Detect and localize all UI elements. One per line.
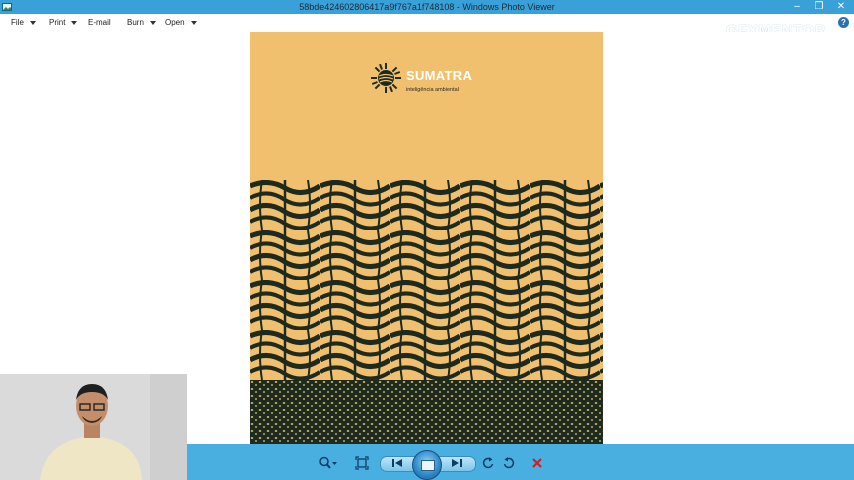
open-menu-label: Open: [165, 18, 185, 27]
poster-tagline: inteligência ambiental: [406, 87, 459, 93]
window-title: 58bde424602806417a9f767a1f748108 - Windo…: [299, 2, 555, 12]
slideshow-icon[interactable]: [412, 450, 442, 480]
email-menu[interactable]: E-mail: [88, 14, 111, 32]
fit-window-icon[interactable]: [355, 456, 369, 470]
email-menu-label: E-mail: [88, 18, 111, 27]
print-menu[interactable]: Print: [49, 14, 78, 32]
spotted-pattern: [250, 380, 603, 444]
chevron-down-icon: [29, 20, 36, 25]
print-menu-label: Print: [49, 18, 66, 27]
chevron-down-icon: [149, 20, 156, 25]
burn-menu[interactable]: Burn: [127, 14, 156, 32]
zebra-pattern: [250, 180, 603, 380]
rotate-counterclockwise-icon[interactable]: [481, 456, 495, 470]
help-button[interactable]: ?: [838, 17, 849, 28]
sun-logo-icon: [371, 63, 401, 93]
presenter-image: [0, 374, 187, 480]
webcam-overlay: [0, 374, 187, 480]
minimize-button[interactable]: –: [786, 0, 808, 14]
chevron-down-icon: [71, 20, 78, 25]
file-menu[interactable]: File: [11, 14, 36, 32]
chevron-down-icon: [190, 20, 197, 25]
file-menu-label: File: [11, 18, 24, 27]
burn-menu-label: Burn: [127, 18, 144, 27]
maximize-button[interactable]: ❐: [808, 0, 830, 14]
rotate-clockwise-icon[interactable]: [502, 456, 516, 470]
poster-brand-name: SUMATRA: [406, 68, 473, 83]
title-bar: 58bde424602806417a9f767a1f748108 - Windo…: [0, 0, 854, 14]
next-icon[interactable]: [450, 456, 464, 470]
delete-icon[interactable]: [530, 456, 544, 470]
open-menu[interactable]: Open: [165, 14, 197, 32]
poster-header: SUMATRA inteligência ambiental: [250, 32, 603, 180]
zoom-icon[interactable]: [318, 456, 338, 470]
displayed-image: SUMATRA inteligência ambiental: [250, 32, 603, 444]
slideshow-screen-glyph: [421, 460, 435, 471]
previous-icon[interactable]: [390, 456, 404, 470]
close-window-button[interactable]: ✕: [830, 0, 852, 14]
